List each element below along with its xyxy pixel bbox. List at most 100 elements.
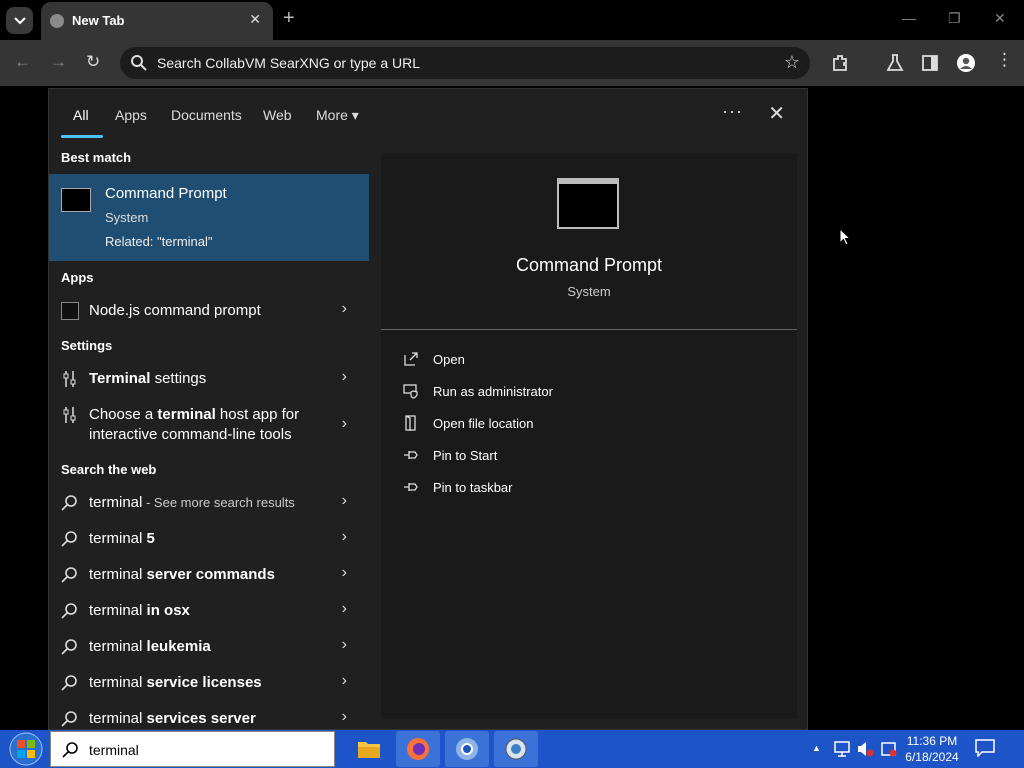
web-result[interactable]: terminal server commands ›	[49, 558, 369, 592]
window-close-button[interactable]: ✕	[994, 10, 1006, 27]
browser-tabstrip: New Tab ✕ + — ❐ ✕	[0, 0, 1024, 40]
list-item-label: terminal services server	[89, 710, 256, 727]
chevron-right-icon[interactable]: ›	[342, 672, 347, 690]
globe-icon	[505, 738, 527, 760]
forward-icon[interactable]: →	[50, 52, 67, 72]
best-match-sub: System	[105, 210, 149, 225]
chevron-right-icon[interactable]: ›	[342, 528, 347, 546]
action-open[interactable]: Open	[403, 345, 703, 373]
chevron-right-icon[interactable]: ›	[342, 300, 347, 318]
action-pin-to-start[interactable]: Pin to Start	[403, 441, 703, 469]
back-icon[interactable]: ←	[14, 52, 31, 72]
network-icon[interactable]	[833, 740, 851, 758]
minimize-button[interactable]: —	[902, 10, 916, 26]
system-clock[interactable]: 11:36 PM 6/18/2024	[897, 733, 967, 765]
web-result[interactable]: terminal 5 ›	[49, 522, 369, 556]
web-result[interactable]: terminal - See more search results ›	[49, 486, 369, 520]
tab-all[interactable]: All	[73, 107, 89, 123]
start-button-icon[interactable]	[6, 731, 46, 767]
list-item-label: terminal service licenses	[89, 674, 262, 691]
notification-icon[interactable]	[975, 739, 995, 757]
chrome-icon	[456, 738, 478, 760]
labs-flask-icon[interactable]	[885, 53, 905, 73]
chevron-right-icon[interactable]: ›	[342, 564, 347, 582]
bookmark-star-icon[interactable]: ☆	[784, 52, 800, 73]
network-app-button[interactable]	[494, 731, 538, 767]
list-item-label: Node.js command prompt	[89, 302, 261, 319]
tab-more[interactable]: More ▾	[316, 107, 359, 124]
browser-toolbar: ← → ↻ Search CollabVM SearXNG or type a …	[0, 40, 1024, 86]
reload-icon[interactable]: ↻	[86, 52, 100, 72]
action-label: Pin to Start	[433, 448, 498, 463]
extensions-icon[interactable]	[831, 53, 851, 73]
menu-kebab-icon[interactable]: ⋮	[996, 50, 1013, 70]
search-query: terminal	[89, 742, 139, 758]
list-item-label: terminal - See more search results	[89, 494, 295, 511]
tab-new-tab[interactable]: New Tab ✕	[41, 2, 273, 40]
search-web-heading: Search the web	[61, 462, 157, 477]
file-explorer-button[interactable]	[347, 731, 391, 767]
close-flyout-icon[interactable]: ✕	[768, 101, 785, 126]
chevron-right-icon[interactable]: ›	[342, 600, 347, 618]
tray-overflow-icon[interactable]: ▲	[812, 743, 821, 753]
action-label: Open	[433, 352, 465, 367]
tab-documents[interactable]: Documents	[171, 107, 242, 123]
more-options-icon[interactable]: ···	[722, 101, 743, 122]
chevron-right-icon[interactable]: ›	[342, 708, 347, 726]
action-open-file-location[interactable]: Open file location	[403, 409, 703, 437]
chevron-down-icon	[13, 16, 26, 24]
search-icon	[61, 531, 77, 547]
file-location-icon	[405, 415, 416, 431]
search-icon	[61, 567, 77, 583]
list-item-nodejs[interactable]: Node.js command prompt ›	[49, 294, 369, 328]
search-icon	[131, 55, 147, 71]
chevron-right-icon[interactable]: ›	[342, 636, 347, 654]
chevron-right-icon[interactable]: ›	[342, 415, 347, 433]
action-label: Run as administrator	[433, 384, 553, 399]
clock-time: 11:36 PM	[906, 734, 958, 748]
new-tab-button[interactable]: +	[283, 7, 295, 30]
list-item-label: Choose a terminal host app for interacti…	[89, 406, 300, 443]
tab-apps[interactable]: Apps	[115, 107, 147, 123]
firefox-button[interactable]	[396, 731, 440, 767]
action-label: Open file location	[433, 416, 534, 431]
action-center-flag-icon[interactable]	[880, 740, 898, 758]
tab-close-icon[interactable]: ✕	[249, 11, 261, 28]
details-pane: Command Prompt System Open Run as admini…	[381, 153, 797, 719]
search-icon	[61, 711, 77, 727]
chevron-right-icon[interactable]: ›	[342, 368, 347, 386]
chevron-right-icon[interactable]: ›	[342, 492, 347, 510]
search-icon	[61, 675, 77, 691]
list-item-terminal-settings[interactable]: Terminal settings ›	[49, 362, 369, 396]
tab-search-button[interactable]	[6, 7, 33, 34]
list-item-label: terminal leukemia	[89, 638, 211, 655]
active-tab-indicator	[61, 135, 103, 138]
best-match-item[interactable]: Command Prompt System Related: "terminal…	[49, 174, 369, 261]
action-run-as-admin[interactable]: Run as administrator	[403, 377, 703, 405]
action-pin-to-taskbar[interactable]: Pin to taskbar	[403, 473, 703, 501]
settings-heading: Settings	[61, 338, 113, 353]
list-item-label: terminal in osx	[89, 602, 190, 619]
divider	[381, 329, 797, 330]
search-icon	[61, 639, 77, 655]
search-icon	[62, 742, 78, 758]
web-result[interactable]: terminal leukemia ›	[49, 630, 369, 664]
caret-down-icon: ▾	[351, 107, 359, 123]
tab-web[interactable]: Web	[263, 107, 292, 123]
side-panel-icon[interactable]	[920, 53, 940, 73]
taskbar-search-input[interactable]: terminal	[50, 731, 335, 767]
folder-icon	[358, 742, 380, 758]
list-item-terminal-host[interactable]: Choose a terminal host app for interacti…	[49, 402, 369, 448]
address-bar[interactable]: Search CollabVM SearXNG or type a URL ☆	[120, 47, 810, 79]
web-result[interactable]: terminal in osx ›	[49, 594, 369, 628]
action-label: Pin to taskbar	[433, 480, 513, 495]
terminal-app-icon	[61, 302, 79, 320]
search-icon	[61, 495, 77, 511]
web-result[interactable]: terminal service licenses ›	[49, 666, 369, 700]
taskbar: terminal ▲ 11:36 PM 6/18/2024	[0, 730, 1024, 768]
pin-icon	[404, 483, 418, 491]
chrome-button[interactable]	[445, 731, 489, 767]
restore-button[interactable]: ❐	[948, 10, 961, 27]
profile-avatar-icon[interactable]	[956, 53, 976, 73]
volume-muted-icon[interactable]	[856, 740, 874, 758]
